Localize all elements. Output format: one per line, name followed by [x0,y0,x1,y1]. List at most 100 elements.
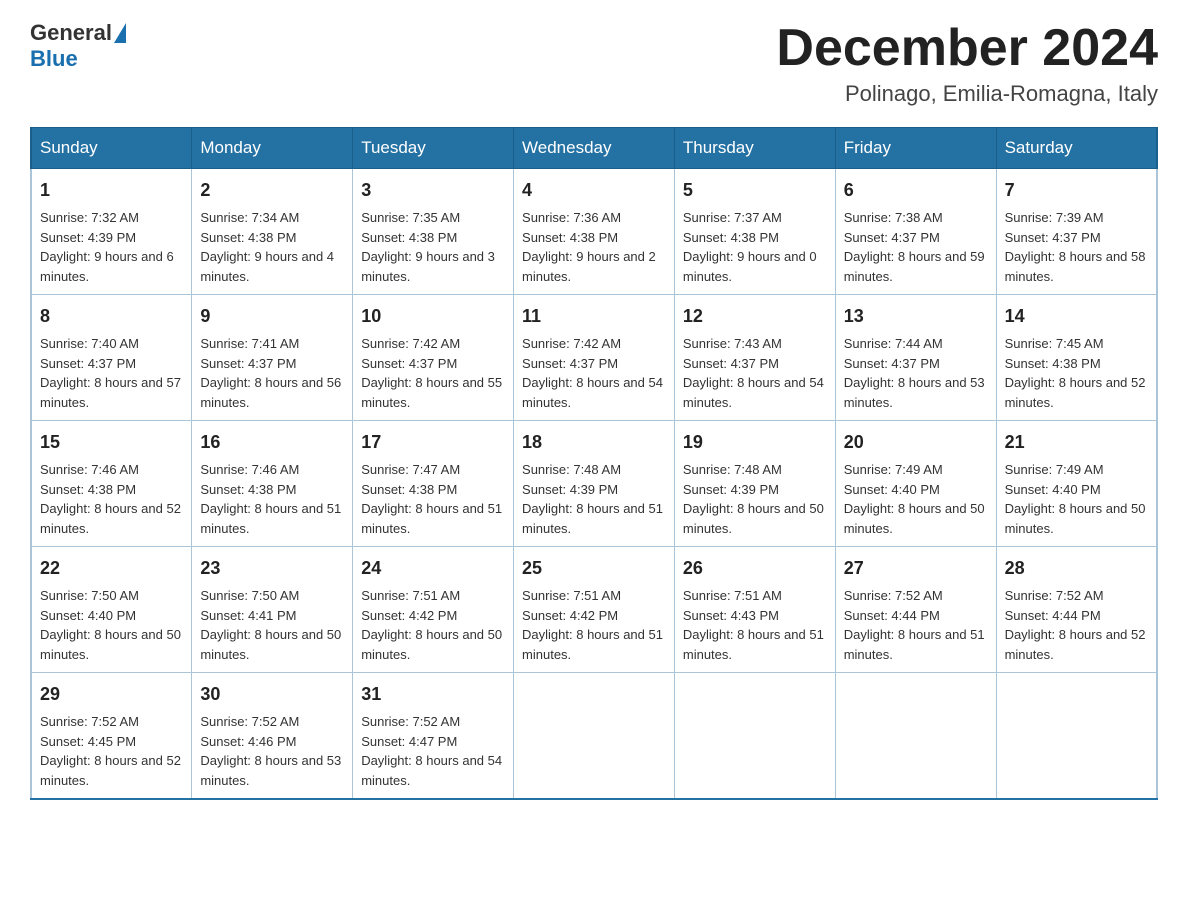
day-number: 18 [522,429,666,456]
location-subtitle: Polinago, Emilia-Romagna, Italy [776,81,1158,107]
calendar-cell-w4-d0: 22 Sunrise: 7:50 AMSunset: 4:40 PMDayligh… [31,547,192,673]
calendar-cell-w1-d5: 6Sunrise: 7:38 AMSunset: 4:37 PMDaylight… [835,169,996,295]
day-number: 7 [1005,177,1148,204]
day-info: Sunrise: 7:49 AMSunset: 4:40 PMDaylight:… [1005,460,1148,538]
day-number: 15 [40,429,183,456]
calendar-cell-w2-d5: 13 Sunrise: 7:44 AMSunset: 4:37 PMDayligh… [835,295,996,421]
calendar-cell-w4-d1: 23 Sunrise: 7:50 AMSunset: 4:41 PMDayligh… [192,547,353,673]
day-info: Sunrise: 7:52 AMSunset: 4:44 PMDaylight:… [844,586,988,664]
calendar-cell-w5-d3 [514,673,675,800]
day-number: 24 [361,555,505,582]
day-number: 8 [40,303,183,330]
calendar-cell-w5-d6 [996,673,1157,800]
day-number: 20 [844,429,988,456]
day-info: Sunrise: 7:46 AMSunset: 4:38 PMDaylight:… [40,460,183,538]
calendar-cell-w1-d1: 2Sunrise: 7:34 AMSunset: 4:38 PMDaylight… [192,169,353,295]
day-number: 2 [200,177,344,204]
day-number: 11 [522,303,666,330]
day-info: Sunrise: 7:35 AMSunset: 4:38 PMDaylight:… [361,208,505,286]
calendar-header-row: Sunday Monday Tuesday Wednesday Thursday… [31,128,1157,169]
page-header: General Blue December 2024 Polinago, Emi… [30,20,1158,107]
calendar-cell-w5-d2: 31Sunrise: 7:52 AMSunset: 4:47 PMDayligh… [353,673,514,800]
day-number: 28 [1005,555,1148,582]
calendar-week-row-4: 22 Sunrise: 7:50 AMSunset: 4:40 PMDayligh… [31,547,1157,673]
day-number: 22 [40,555,183,582]
logo: General Blue [30,20,126,72]
calendar-cell-w2-d4: 12 Sunrise: 7:43 AMSunset: 4:37 PMDayligh… [674,295,835,421]
day-number: 5 [683,177,827,204]
calendar-cell-w4-d3: 25 Sunrise: 7:51 AMSunset: 4:42 PMDayligh… [514,547,675,673]
day-number: 25 [522,555,666,582]
day-info: Sunrise: 7:41 AMSunset: 4:37 PMDaylight:… [200,334,344,412]
calendar-cell-w1-d4: 5 Sunrise: 7:37 AMSunset: 4:38 PMDaylight… [674,169,835,295]
calendar-body: 1Sunrise: 7:32 AMSunset: 4:39 PMDaylight… [31,169,1157,800]
day-info: Sunrise: 7:52 AMSunset: 4:46 PMDaylight:… [200,712,344,790]
day-number: 4 [522,177,666,204]
calendar-cell-w4-d2: 24Sunrise: 7:51 AMSunset: 4:42 PMDayligh… [353,547,514,673]
calendar-cell-w1-d6: 7 Sunrise: 7:39 AMSunset: 4:37 PMDaylight… [996,169,1157,295]
day-info: Sunrise: 7:47 AMSunset: 4:38 PMDaylight:… [361,460,505,538]
day-number: 9 [200,303,344,330]
day-number: 10 [361,303,505,330]
day-info: Sunrise: 7:52 AMSunset: 4:44 PMDaylight:… [1005,586,1148,664]
calendar-cell-w5-d5 [835,673,996,800]
day-number: 21 [1005,429,1148,456]
calendar-cell-w5-d0: 29 Sunrise: 7:52 AMSunset: 4:45 PMDayligh… [31,673,192,800]
calendar-cell-w2-d3: 11 Sunrise: 7:42 AMSunset: 4:37 PMDayligh… [514,295,675,421]
day-number: 17 [361,429,505,456]
title-section: December 2024 Polinago, Emilia-Romagna, … [776,20,1158,107]
calendar-week-row-3: 15 Sunrise: 7:46 AMSunset: 4:38 PMDayligh… [31,421,1157,547]
header-monday: Monday [192,128,353,169]
calendar-cell-w3-d2: 17 Sunrise: 7:47 AMSunset: 4:38 PMDayligh… [353,421,514,547]
calendar-cell-w4-d4: 26 Sunrise: 7:51 AMSunset: 4:43 PMDayligh… [674,547,835,673]
day-info: Sunrise: 7:45 AMSunset: 4:38 PMDaylight:… [1005,334,1148,412]
calendar-cell-w3-d0: 15 Sunrise: 7:46 AMSunset: 4:38 PMDayligh… [31,421,192,547]
calendar-cell-w1-d3: 4 Sunrise: 7:36 AMSunset: 4:38 PMDaylight… [514,169,675,295]
day-info: Sunrise: 7:42 AMSunset: 4:37 PMDaylight:… [522,334,666,412]
day-info: Sunrise: 7:36 AMSunset: 4:38 PMDaylight:… [522,208,666,286]
day-info: Sunrise: 7:48 AMSunset: 4:39 PMDaylight:… [683,460,827,538]
header-saturday: Saturday [996,128,1157,169]
calendar-cell-w3-d4: 19 Sunrise: 7:48 AMSunset: 4:39 PMDayligh… [674,421,835,547]
day-info: Sunrise: 7:50 AMSunset: 4:41 PMDaylight:… [200,586,344,664]
day-number: 19 [683,429,827,456]
day-info: Sunrise: 7:46 AMSunset: 4:38 PMDaylight:… [200,460,344,538]
calendar-cell-w1-d0: 1Sunrise: 7:32 AMSunset: 4:39 PMDaylight… [31,169,192,295]
day-info: Sunrise: 7:52 AMSunset: 4:45 PMDaylight:… [40,712,183,790]
day-number: 13 [844,303,988,330]
day-number: 23 [200,555,344,582]
day-number: 6 [844,177,988,204]
day-info: Sunrise: 7:51 AMSunset: 4:43 PMDaylight:… [683,586,827,664]
day-number: 16 [200,429,344,456]
day-number: 29 [40,681,183,708]
calendar-week-row-1: 1Sunrise: 7:32 AMSunset: 4:39 PMDaylight… [31,169,1157,295]
day-info: Sunrise: 7:39 AMSunset: 4:37 PMDaylight:… [1005,208,1148,286]
calendar-cell-w3-d5: 20Sunrise: 7:49 AMSunset: 4:40 PMDayligh… [835,421,996,547]
calendar-cell-w3-d6: 21 Sunrise: 7:49 AMSunset: 4:40 PMDayligh… [996,421,1157,547]
day-info: Sunrise: 7:43 AMSunset: 4:37 PMDaylight:… [683,334,827,412]
calendar-cell-w2-d0: 8Sunrise: 7:40 AMSunset: 4:37 PMDaylight… [31,295,192,421]
calendar-week-row-5: 29 Sunrise: 7:52 AMSunset: 4:45 PMDayligh… [31,673,1157,800]
calendar-week-row-2: 8Sunrise: 7:40 AMSunset: 4:37 PMDaylight… [31,295,1157,421]
day-number: 12 [683,303,827,330]
calendar-cell-w2-d1: 9 Sunrise: 7:41 AMSunset: 4:37 PMDaylight… [192,295,353,421]
day-info: Sunrise: 7:51 AMSunset: 4:42 PMDaylight:… [522,586,666,664]
calendar-cell-w3-d1: 16 Sunrise: 7:46 AMSunset: 4:38 PMDayligh… [192,421,353,547]
day-info: Sunrise: 7:50 AMSunset: 4:40 PMDaylight:… [40,586,183,664]
day-number: 14 [1005,303,1148,330]
logo-general-text: General [30,20,112,46]
logo-blue-text: Blue [30,46,78,72]
calendar-cell-w2-d6: 14 Sunrise: 7:45 AMSunset: 4:38 PMDayligh… [996,295,1157,421]
day-info: Sunrise: 7:37 AMSunset: 4:38 PMDaylight:… [683,208,827,286]
header-sunday: Sunday [31,128,192,169]
day-number: 3 [361,177,505,204]
header-thursday: Thursday [674,128,835,169]
day-info: Sunrise: 7:48 AMSunset: 4:39 PMDaylight:… [522,460,666,538]
calendar-cell-w1-d2: 3 Sunrise: 7:35 AMSunset: 4:38 PMDaylight… [353,169,514,295]
day-info: Sunrise: 7:42 AMSunset: 4:37 PMDaylight:… [361,334,505,412]
day-info: Sunrise: 7:44 AMSunset: 4:37 PMDaylight:… [844,334,988,412]
calendar-cell-w2-d2: 10 Sunrise: 7:42 AMSunset: 4:37 PMDayligh… [353,295,514,421]
header-friday: Friday [835,128,996,169]
day-number: 26 [683,555,827,582]
day-info: Sunrise: 7:32 AMSunset: 4:39 PMDaylight:… [40,208,183,286]
